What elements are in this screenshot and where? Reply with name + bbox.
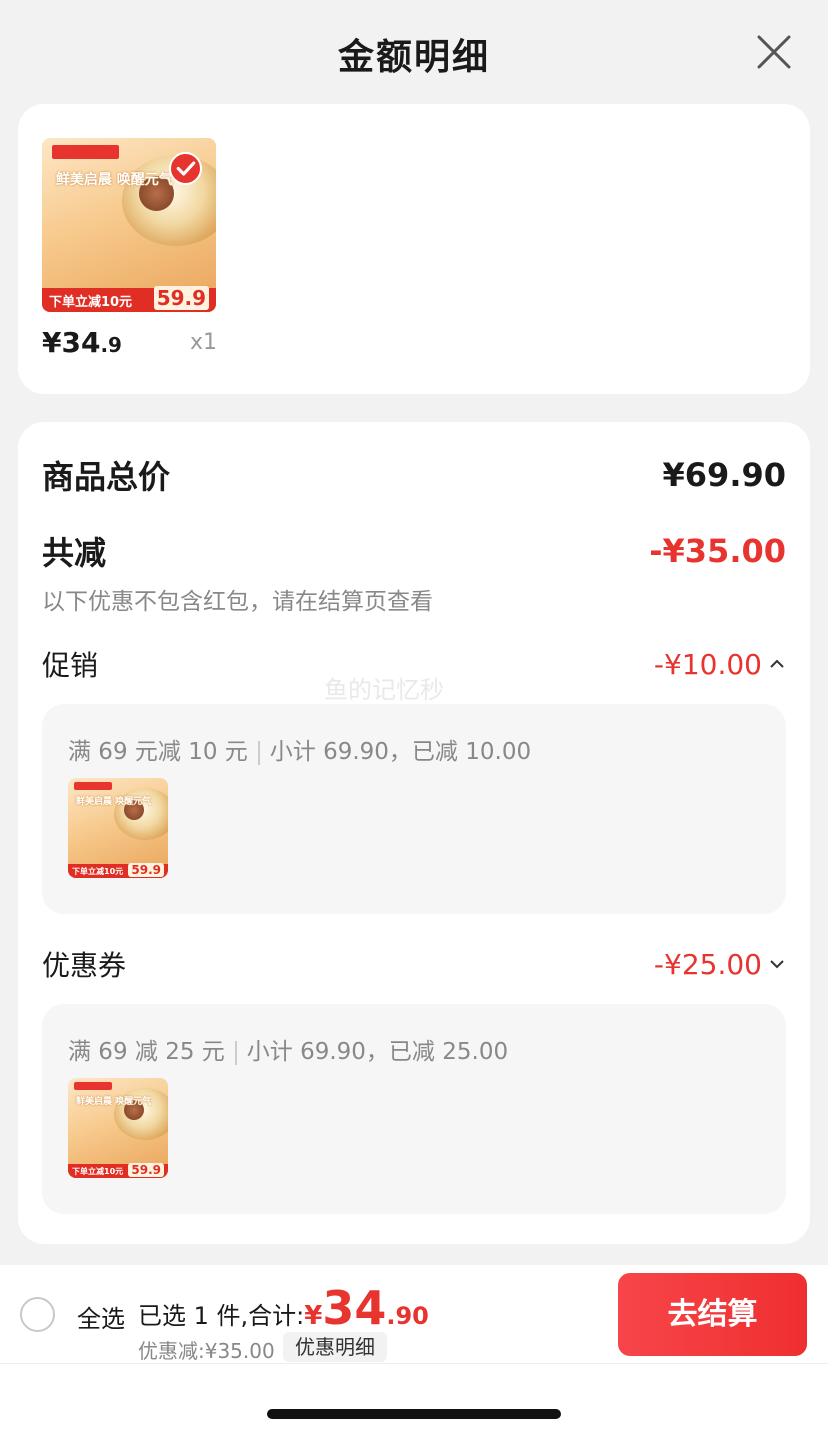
coupon-value: -¥25.00 <box>653 947 762 981</box>
select-all-label[interactable]: 全选 <box>77 1299 125 1334</box>
divider <box>234 1040 237 1065</box>
checkout-button[interactable]: 去结算 <box>618 1273 807 1356</box>
chevron-down-icon[interactable] <box>768 958 786 970</box>
coupon-row[interactable]: 优惠券 -¥25.00 <box>42 944 786 984</box>
page-title: 金额明细 <box>337 37 490 78</box>
home-indicator[interactable] <box>267 1409 561 1419</box>
total-amount: 34 <box>322 1281 387 1335</box>
chevron-up-icon[interactable] <box>768 658 786 670</box>
reduce-label: 共减 <box>42 534 107 572</box>
discount-detail-button[interactable]: 优惠明细 <box>283 1332 387 1362</box>
coupon-detail-panel: 满 69 减 25 元小计 69.90，已减 25.00 鲜美启晨 唤醒元气 下… <box>42 1004 786 1214</box>
select-all-radio[interactable] <box>20 1297 55 1332</box>
divider <box>0 1363 828 1364</box>
product-quantity: x1 <box>190 330 218 355</box>
amount-detail-sheet: 金额明细 鲜美启晨 唤醒元气 下单立减10元 59.9 ¥34.9 x1 商品总… <box>0 0 828 1265</box>
brand-logo <box>52 144 119 159</box>
coupon-subtotal: 小计 69.90，已减 25.00 <box>246 1039 509 1065</box>
promo-label: 促销 <box>42 649 99 682</box>
product-price: ¥34.9 <box>42 326 122 359</box>
coupon-label: 优惠券 <box>42 949 127 982</box>
product-slogan: 鲜美启晨 唤醒元气 <box>55 171 173 188</box>
product-image[interactable]: 鲜美启晨 唤醒元气 下单立减10元 59.9 <box>42 138 216 312</box>
promo-value: -¥10.00 <box>653 647 762 681</box>
promo-detail-panel: 满 69 元减 10 元小计 69.90，已减 10.00 鲜美启晨 唤醒元气 … <box>42 704 786 914</box>
promo-rule: 满 69 元减 10 元 <box>68 739 248 765</box>
reduce-row: 共减 -¥35.00 <box>42 528 786 574</box>
promo-subtotal: 小计 69.90，已减 10.00 <box>269 739 532 765</box>
selected-total: 已选 1 件,合计:¥34.90 <box>138 1281 429 1335</box>
selected-check-icon <box>169 151 203 185</box>
promo-banner: 下单立减10元 <box>48 295 133 311</box>
summary-card: 商品总价 ¥69.90 共减 -¥35.00 以下优惠不包含红包，请在结算页查看… <box>18 422 810 1244</box>
discount-note: 以下优惠不包含红包，请在结算页查看 <box>42 589 433 615</box>
watermark: 鱼的记忆秒 <box>324 676 444 704</box>
divider <box>257 740 260 765</box>
image-price-tag: 59.9 <box>153 286 210 311</box>
coupon-product-thumb[interactable]: 鲜美启晨 唤醒元气 下单立减10元 59.9 <box>68 1078 168 1178</box>
discount-summary: 优惠减:¥35.00 <box>138 1339 275 1363</box>
total-value: ¥69.90 <box>662 456 786 494</box>
total-label: 商品总价 <box>42 458 171 496</box>
coupon-rule: 满 69 减 25 元 <box>68 1039 225 1065</box>
checkout-bar: 全选 已选 1 件,合计:¥34.90 优惠减:¥35.00 优惠明细 去结算 <box>0 1265 828 1436</box>
product-card: 鲜美启晨 唤醒元气 下单立减10元 59.9 ¥34.9 x1 <box>18 104 810 394</box>
close-icon[interactable] <box>756 34 792 70</box>
total-row: 商品总价 ¥69.90 <box>42 452 786 498</box>
promo-product-thumb[interactable]: 鲜美启晨 唤醒元气 下单立减10元 59.9 <box>68 778 168 878</box>
reduce-value: -¥35.00 <box>649 532 786 570</box>
